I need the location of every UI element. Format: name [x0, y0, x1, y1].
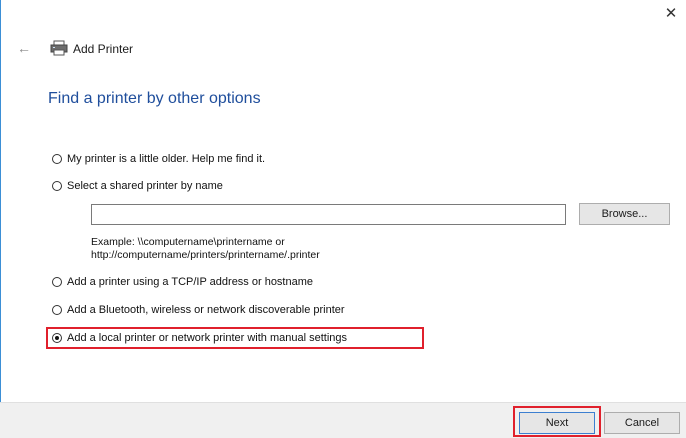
option-tcpip-printer[interactable]: Add a printer using a TCP/IP address or …	[52, 276, 313, 288]
dialog-header: ← Add Printer	[0, 34, 686, 64]
example-line-2: http://computername/printers/printername…	[91, 249, 320, 261]
option-bluetooth-printer[interactable]: Add a Bluetooth, wireless or network dis…	[52, 304, 345, 316]
next-button[interactable]: Next	[519, 412, 595, 434]
window-title: Add Printer	[73, 42, 134, 56]
option-label: Select a shared printer by name	[67, 180, 223, 192]
window-border	[0, 0, 1, 437]
radio-button-selected[interactable]	[52, 333, 62, 343]
example-line-1: Example: \\computername\printername or	[91, 236, 285, 248]
printer-icon	[50, 40, 68, 56]
option-label: Add a printer using a TCP/IP address or …	[67, 276, 314, 288]
option-shared-printer[interactable]: Select a shared printer by name	[52, 180, 223, 192]
radio-button[interactable]	[52, 154, 62, 164]
example-text: Example: \\computername\printername or h…	[91, 236, 320, 262]
close-button[interactable]: ✕	[656, 0, 686, 26]
option-older-printer[interactable]: My printer is a little older. Help me fi…	[52, 153, 265, 165]
close-icon: ✕	[664, 5, 678, 22]
browse-button[interactable]: Browse...	[579, 203, 670, 225]
option-label: Add a Bluetooth, wireless or network dis…	[67, 304, 345, 316]
option-label: My printer is a little older. Help me fi…	[67, 153, 266, 165]
shared-printer-name-input[interactable]	[91, 204, 566, 225]
page-heading: Find a printer by other options	[48, 90, 261, 107]
cancel-button[interactable]: Cancel	[604, 412, 680, 434]
add-printer-dialog: ✕ ← Add Printer Find a printer by other …	[0, 0, 686, 438]
back-arrow-icon[interactable]: ←	[17, 41, 31, 55]
radio-button[interactable]	[52, 181, 62, 191]
option-local-printer[interactable]: Add a local printer or network printer w…	[52, 332, 347, 344]
radio-button[interactable]	[52, 305, 62, 315]
radio-button[interactable]	[52, 277, 62, 287]
option-label: Add a local printer or network printer w…	[67, 332, 348, 344]
